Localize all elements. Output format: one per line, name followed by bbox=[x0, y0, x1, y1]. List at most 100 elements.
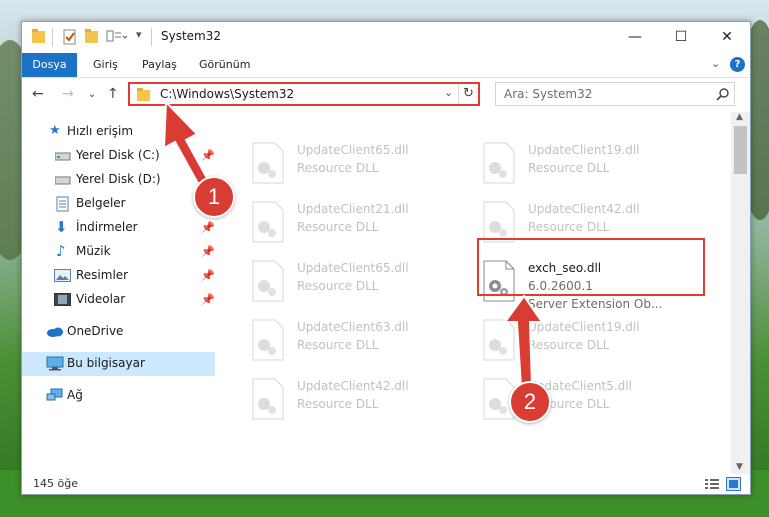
file-item[interactable]: UpdateClient42.dll Resource DLL bbox=[251, 374, 471, 428]
sidebar-item-label: Hızlı erişim bbox=[67, 124, 134, 138]
tab-home[interactable]: Giriş bbox=[93, 53, 118, 77]
sidebar-item-documents[interactable]: Belgeler bbox=[22, 192, 215, 216]
pin-icon: 📌 bbox=[201, 149, 215, 162]
customize-toolbar-icon[interactable] bbox=[106, 28, 128, 46]
dll-file-icon bbox=[252, 260, 284, 302]
item-count: 145 öğe bbox=[33, 477, 78, 490]
drive-icon bbox=[55, 152, 71, 161]
scroll-down-icon[interactable]: ▼ bbox=[736, 462, 743, 472]
ribbon-tabs: Dosya Giriş Paylaş Görünüm ⌄ ? bbox=[22, 53, 750, 78]
close-button[interactable]: ✕ bbox=[704, 22, 750, 52]
sidebar-item-label: Bu bilgisayar bbox=[67, 356, 145, 370]
sidebar-item-label: Belgeler bbox=[76, 196, 126, 210]
sidebar-item-network[interactable]: Ağ bbox=[22, 384, 215, 408]
pin-icon: 📌 bbox=[201, 293, 215, 306]
pin-icon: 📌 bbox=[201, 245, 215, 258]
forward-arrow-icon[interactable]: → bbox=[62, 86, 74, 102]
sidebar-item-pictures[interactable]: Resimler 📌 bbox=[22, 264, 215, 288]
dll-file-icon bbox=[252, 319, 284, 361]
sidebar-item-label: Resimler bbox=[76, 268, 129, 282]
file-item[interactable]: UpdateClient19.dll Resource DLL bbox=[482, 315, 702, 369]
title-bar: ▾ System32 — ☐ ✕ bbox=[22, 22, 750, 53]
scrollbar-thumb[interactable] bbox=[734, 126, 747, 174]
file-name: UpdateClient19.dll bbox=[528, 143, 640, 157]
step-badge-2: 2 bbox=[509, 381, 551, 423]
address-dropdown-icon[interactable]: ⌄ bbox=[444, 86, 453, 99]
file-name: UpdateClient19.dll bbox=[528, 320, 640, 334]
properties-icon[interactable] bbox=[62, 28, 78, 46]
cloud-icon bbox=[47, 327, 63, 337]
sidebar-item-label: OneDrive bbox=[67, 324, 124, 338]
file-name: UpdateClient63.dll bbox=[297, 320, 409, 334]
sidebar-item-label: Yerel Disk (C:) bbox=[76, 148, 160, 162]
step-badge-1: 1 bbox=[193, 176, 235, 218]
vertical-scrollbar[interactable]: ▲ ▼ bbox=[731, 112, 750, 474]
file-name: UpdateClient65.dll bbox=[297, 143, 409, 157]
star-icon: ★ bbox=[49, 123, 61, 138]
large-icons-view-icon[interactable] bbox=[726, 477, 741, 491]
details-view-icon[interactable] bbox=[705, 478, 719, 490]
file-description: Server Extension Ob... bbox=[528, 297, 663, 311]
search-placeholder: Ara: System32 bbox=[504, 87, 593, 101]
search-input[interactable]: Ara: System32 bbox=[495, 82, 735, 106]
navigation-bar: ← → ⌄ ↑ C:\Windows\System32 ⌄ ↻ Ara: Sys… bbox=[22, 78, 750, 112]
pin-icon: 📌 bbox=[201, 221, 215, 234]
folder-icon bbox=[32, 29, 45, 43]
up-arrow-icon[interactable]: ↑ bbox=[107, 86, 119, 102]
file-name: UpdateClient42.dll bbox=[528, 202, 640, 216]
drive-icon bbox=[55, 176, 71, 185]
search-icon bbox=[716, 88, 729, 101]
file-name: UpdateClient65.dll bbox=[297, 261, 409, 275]
computer-icon bbox=[46, 356, 64, 371]
folder-icon bbox=[137, 88, 150, 101]
new-folder-icon[interactable] bbox=[84, 28, 100, 46]
sidebar-item-onedrive[interactable]: OneDrive bbox=[22, 320, 215, 344]
sidebar-item-music[interactable]: ♪ Müzik 📌 bbox=[22, 240, 215, 264]
sidebar-item-label: Ağ bbox=[67, 388, 83, 402]
documents-icon bbox=[56, 196, 69, 212]
file-item[interactable]: UpdateClient65.dll Resource DLL bbox=[251, 256, 471, 310]
window-title: System32 bbox=[161, 29, 222, 43]
dll-file-icon bbox=[252, 142, 284, 184]
tab-file[interactable]: Dosya bbox=[22, 53, 77, 77]
file-explorer-window: ▾ System32 — ☐ ✕ Dosya Giriş Paylaş Görü… bbox=[21, 21, 751, 495]
sidebar-item-this-pc[interactable]: Bu bilgisayar bbox=[22, 352, 215, 376]
recent-locations-icon[interactable]: ⌄ bbox=[88, 89, 96, 100]
expand-ribbon-icon[interactable]: ⌄ bbox=[711, 57, 720, 70]
scroll-up-icon[interactable]: ▲ bbox=[736, 112, 743, 122]
tab-view[interactable]: Görünüm bbox=[199, 53, 250, 77]
file-item[interactable]: UpdateClient19.dll Resource DLL bbox=[482, 138, 702, 192]
dll-file-icon bbox=[483, 201, 515, 243]
status-bar: 145 öğe bbox=[22, 474, 750, 494]
qa-dropdown-icon[interactable]: ▾ bbox=[136, 28, 142, 41]
pictures-icon bbox=[54, 269, 71, 282]
sidebar-item-label: Müzik bbox=[76, 244, 111, 258]
help-icon[interactable]: ? bbox=[730, 57, 745, 72]
tab-share[interactable]: Paylaş bbox=[142, 53, 177, 77]
sidebar-item-quick-access[interactable]: ★ Hızlı erişim bbox=[22, 120, 215, 144]
sidebar-item-local-disk-c[interactable]: Yerel Disk (C:) 📌 bbox=[22, 144, 215, 168]
file-description: Resource DLL bbox=[297, 161, 379, 175]
address-bar[interactable]: C:\Windows\System32 ⌄ ↻ bbox=[128, 82, 480, 106]
file-item[interactable]: UpdateClient65.dll Resource DLL bbox=[251, 138, 471, 192]
back-arrow-icon[interactable]: ← bbox=[32, 86, 44, 102]
sidebar-item-label: Yerel Disk (D:) bbox=[76, 172, 161, 186]
download-icon: ⬇ bbox=[55, 218, 68, 236]
address-path: C:\Windows\System32 bbox=[160, 87, 295, 101]
sidebar-item-videos[interactable]: Videolar 📌 bbox=[22, 288, 215, 312]
refresh-icon[interactable]: ↻ bbox=[463, 86, 474, 101]
pin-icon: 📌 bbox=[201, 269, 215, 282]
file-item[interactable]: UpdateClient63.dll Resource DLL bbox=[251, 315, 471, 369]
file-item[interactable]: UpdateClient21.dll Resource DLL bbox=[251, 197, 471, 251]
file-name: UpdateClient42.dll bbox=[297, 379, 409, 393]
minimize-button[interactable]: — bbox=[612, 22, 658, 52]
file-name: UpdateClient21.dll bbox=[297, 202, 409, 216]
highlight-box bbox=[477, 238, 705, 296]
music-icon: ♪ bbox=[56, 242, 66, 260]
sidebar-item-label: İndirmeler bbox=[76, 220, 138, 234]
sidebar-item-local-disk-d[interactable]: Yerel Disk (D:) bbox=[22, 168, 215, 192]
maximize-button[interactable]: ☐ bbox=[658, 22, 704, 52]
sidebar-item-downloads[interactable]: ⬇ İndirmeler 📌 bbox=[22, 216, 215, 240]
file-description: Resource DLL bbox=[528, 220, 610, 234]
file-description: Resource DLL bbox=[528, 338, 610, 352]
